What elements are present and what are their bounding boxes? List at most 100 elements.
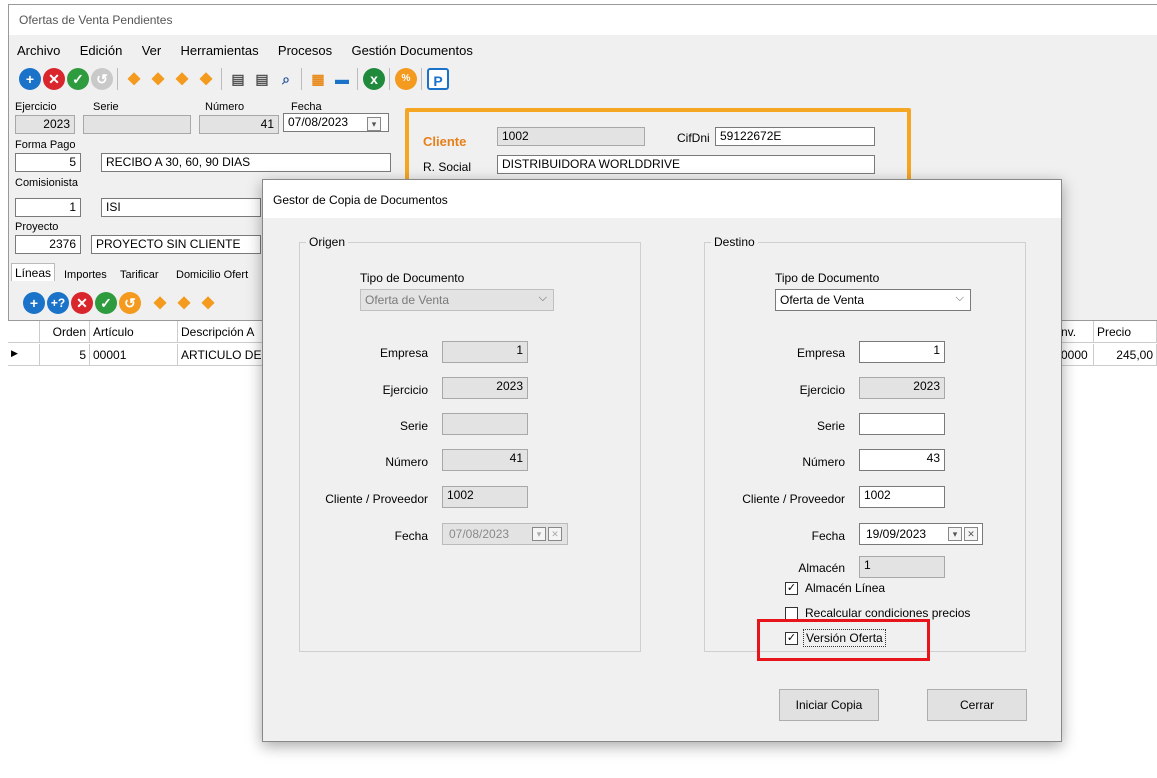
proyecto-label: Proyecto <box>15 221 59 233</box>
highlight-rectangle <box>757 619 930 661</box>
search-doc-icon[interactable]: ▤ <box>227 68 249 90</box>
menu-gestion-documentos[interactable]: Gestión Documentos <box>343 41 480 61</box>
next-line-icon[interactable]: ◆ <box>197 292 219 314</box>
delete-icon[interactable]: ✕ <box>43 68 65 90</box>
col-precio[interactable]: Precio <box>1094 321 1157 343</box>
last-icon[interactable]: ◆ <box>195 68 217 90</box>
origen-numero-field[interactable]: 41 <box>442 449 528 471</box>
forma-pago-code[interactable]: 5 <box>15 153 81 172</box>
ejercicio-label: Ejercicio <box>15 101 57 113</box>
rsocial-field[interactable]: DISTRIBUIDORA WORLDDRIVE <box>497 155 875 174</box>
origen-empresa-field[interactable]: 1 <box>442 341 528 363</box>
col-orden[interactable]: Orden <box>40 321 90 343</box>
tab-domicilio[interactable]: Domicilio Ofert <box>173 267 251 285</box>
add-line-icon[interactable]: + <box>23 292 45 314</box>
origen-cliente-field[interactable]: 1002 <box>442 486 528 508</box>
numero-field[interactable]: 41 <box>199 115 279 134</box>
first-line-icon[interactable]: ◆ <box>149 292 171 314</box>
tab-tarificar[interactable]: Tarificar <box>117 267 162 285</box>
proyecto-code[interactable]: 2376 <box>15 235 81 254</box>
destino-date-clear-icon[interactable]: ✕ <box>964 527 978 541</box>
cell-articulo[interactable]: 00001 <box>90 344 178 366</box>
destino-ejercicio-field[interactable]: 2023 <box>859 377 945 399</box>
menu-procesos[interactable]: Procesos <box>270 41 340 61</box>
undo-icon[interactable]: ↺ <box>91 68 113 90</box>
next-icon[interactable]: ◆ <box>171 68 193 90</box>
origen-tipo-select[interactable]: Oferta de Venta ⌵ <box>360 289 554 311</box>
tab-importes[interactable]: Importes <box>61 267 110 285</box>
iniciar-copia-button[interactable]: Iniciar Copia <box>779 689 879 721</box>
prev-line-icon[interactable]: ◆ <box>173 292 195 314</box>
chevron-down-icon: ⌵ <box>538 292 547 304</box>
date-dropdown-icon[interactable]: ▾ <box>367 117 381 131</box>
destino-tipo-select[interactable]: Oferta de Venta ⌵ <box>775 289 971 311</box>
pdf-icon[interactable]: P <box>427 68 449 90</box>
destino-almacen-field[interactable]: 1 <box>859 556 945 578</box>
calculator-icon[interactable]: ▦ <box>307 68 329 90</box>
destino-cliente-field[interactable]: 1002 <box>859 486 945 508</box>
client-panel: Cliente 1002 CifDni 59122672E R. Social … <box>405 108 911 186</box>
menu-ver[interactable]: Ver <box>134 41 170 61</box>
almacen-linea-checkbox[interactable]: ✓ <box>785 582 798 595</box>
tab-lineas[interactable]: Líneas <box>11 263 56 281</box>
cell-orden[interactable]: 5 <box>40 344 90 366</box>
filter-doc-icon[interactable]: ▤ <box>251 68 273 90</box>
menu-archivo[interactable]: Archivo <box>9 41 68 61</box>
undo-line-icon[interactable]: ↺ <box>119 292 141 314</box>
prev-icon[interactable]: ◆ <box>147 68 169 90</box>
destino-empresa-label: Empresa <box>796 346 845 360</box>
cell-conv[interactable]: 0000 <box>1058 344 1094 366</box>
origen-serie-field[interactable] <box>442 413 528 435</box>
serie-label: Serie <box>93 101 119 113</box>
origen-date-clear-icon: ✕ <box>548 527 562 541</box>
destino-numero-field[interactable]: 43 <box>859 449 945 471</box>
cell-precio[interactable]: 245,00 <box>1094 344 1157 366</box>
comisionista-desc[interactable]: ISI <box>101 198 261 217</box>
chevron-down-icon: ⌵ <box>955 292 964 304</box>
confirm-icon[interactable]: ✓ <box>67 68 89 90</box>
origen-ejercicio-field[interactable]: 2023 <box>442 377 528 399</box>
almacen-linea-label: Almacén Línea <box>805 581 886 595</box>
destino-fecha-label: Fecha <box>811 529 845 543</box>
numero-label: Número <box>205 101 245 113</box>
destino-date-dropdown-icon[interactable]: ▾ <box>948 527 962 541</box>
cifdni-label: CifDni <box>677 131 710 145</box>
recalcular-label: Recalcular condiciones precios <box>805 606 971 620</box>
rsocial-label: R. Social <box>423 160 472 174</box>
cerrar-button[interactable]: Cerrar <box>927 689 1027 721</box>
percent-icon[interactable]: % <box>395 68 417 90</box>
cliente-label: Cliente <box>423 134 467 149</box>
menu-edicion[interactable]: Edición <box>72 41 131 61</box>
destino-almacen-label: Almacén <box>798 561 845 575</box>
ejercicio-field[interactable]: 2023 <box>15 115 75 134</box>
comisionista-code[interactable]: 1 <box>15 198 81 217</box>
row-selector-icon[interactable]: ▶ <box>8 344 40 366</box>
excel-icon[interactable]: x <box>363 68 385 90</box>
origen-numero-label: Número <box>385 455 428 469</box>
cifdni-field[interactable]: 59122672E <box>715 127 875 146</box>
origen-date-dropdown-icon: ▾ <box>532 527 546 541</box>
serie-field[interactable] <box>83 115 191 134</box>
forma-pago-desc[interactable]: RECIBO A 30, 60, 90 DIAS <box>101 153 391 172</box>
binoculars-icon[interactable]: ⌕ <box>275 68 297 90</box>
fecha-label: Fecha <box>291 101 322 113</box>
delete-line-icon[interactable]: ✕ <box>71 292 93 314</box>
add-icon[interactable]: + <box>19 68 41 90</box>
destino-serie-field[interactable] <box>859 413 945 435</box>
origen-group: Origen Tipo de Documento Oferta de Venta… <box>299 235 641 652</box>
menu-bar: Archivo Edición Ver Herramientas Proceso… <box>9 41 1157 61</box>
destino-empresa-field[interactable]: 1 <box>859 341 945 363</box>
origen-empresa-label: Empresa <box>379 346 428 360</box>
confirm-line-icon[interactable]: ✓ <box>95 292 117 314</box>
cell-descripcion[interactable]: ARTICULO DE <box>178 344 268 366</box>
col-articulo[interactable]: Artículo <box>90 321 178 343</box>
proyecto-desc[interactable]: PROYECTO SIN CLIENTE <box>91 235 261 254</box>
insert-line-icon[interactable]: +? <box>47 292 69 314</box>
col-conv[interactable]: nv. <box>1058 321 1094 343</box>
menu-herramientas[interactable]: Herramientas <box>173 41 267 61</box>
dialog-title: Gestor de Copia de Documentos <box>263 180 1061 218</box>
first-icon[interactable]: ◆ <box>123 68 145 90</box>
cliente-code[interactable]: 1002 <box>497 127 645 146</box>
col-descripcion[interactable]: Descripción A <box>178 321 268 343</box>
print-icon[interactable]: ▬ <box>331 68 353 90</box>
